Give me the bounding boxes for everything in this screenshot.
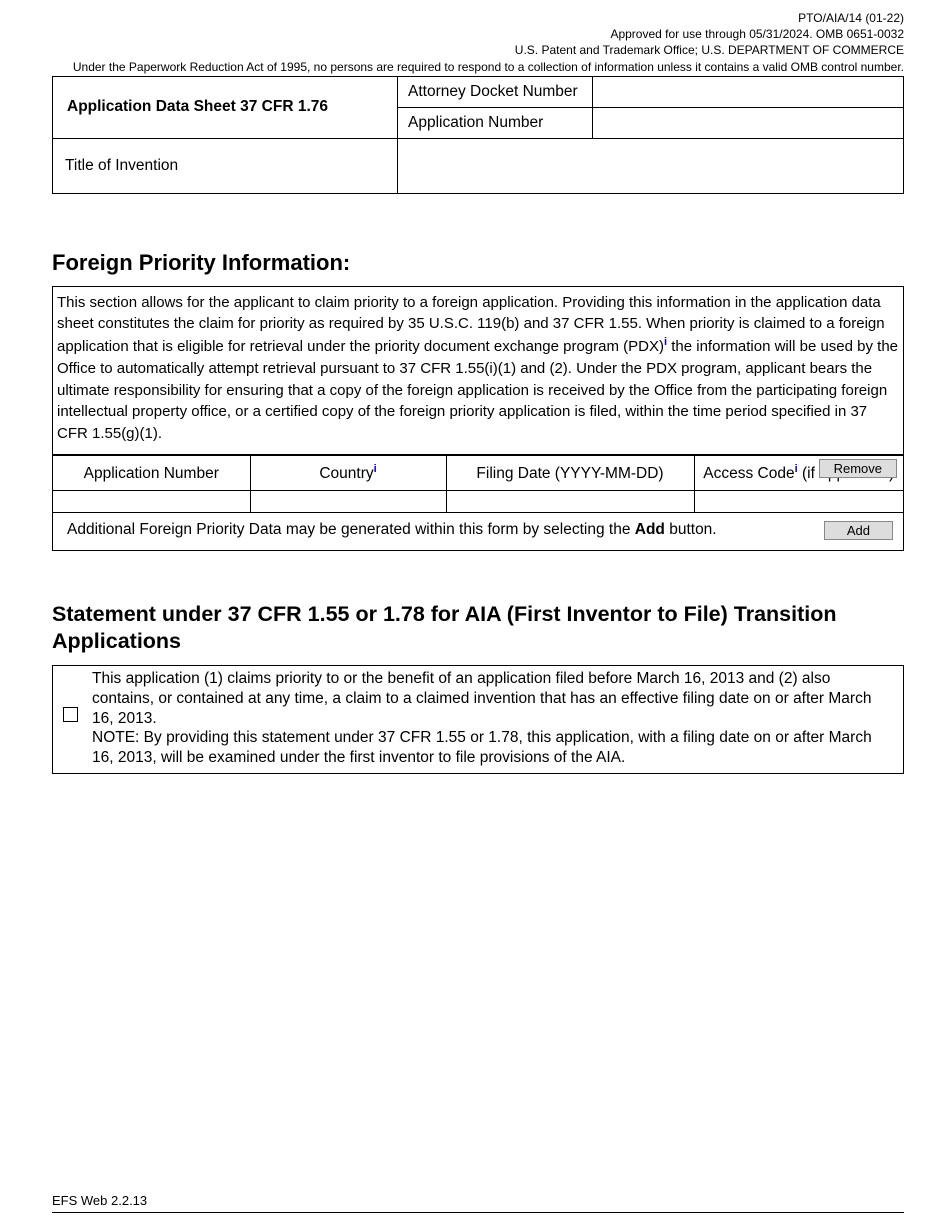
- header-line-1: PTO/AIA/14 (01-22): [52, 10, 904, 26]
- col-access-code: Remove Access Codei (if applicable): [694, 455, 903, 490]
- aia-statement-text: This application (1) claims priority to …: [92, 669, 893, 768]
- application-number-label: Application Number: [398, 107, 593, 138]
- footer-version: EFS Web 2.2.13: [52, 1193, 904, 1213]
- application-header-table: Application Data Sheet 37 CFR 1.76 Attor…: [52, 76, 904, 194]
- country-input[interactable]: [250, 490, 446, 512]
- header-line-3: U.S. Patent and Trademark Office; U.S. D…: [52, 42, 904, 58]
- table-row: [53, 490, 903, 512]
- foreign-priority-heading: Foreign Priority Information:: [52, 250, 904, 276]
- col-filing-date: Filing Date (YYYY-MM-DD): [446, 455, 694, 490]
- aia-statement-checkbox[interactable]: [63, 707, 78, 722]
- app-number-input[interactable]: [53, 490, 250, 512]
- aia-statement-heading: Statement under 37 CFR 1.55 or 1.78 for …: [52, 601, 904, 655]
- foreign-priority-section: This section allows for the applicant to…: [52, 286, 904, 552]
- col-country: Countryi: [250, 455, 446, 490]
- foreign-priority-description: This section allows for the applicant to…: [53, 287, 903, 455]
- info-superscript-icon: i: [795, 463, 798, 475]
- attorney-docket-label: Attorney Docket Number: [398, 76, 593, 107]
- header-line-2: Approved for use through 05/31/2024. OMB…: [52, 26, 904, 42]
- info-superscript-icon: i: [374, 463, 377, 475]
- paperwork-reduction-notice: Under the Paperwork Reduction Act of 199…: [52, 60, 904, 74]
- col-application-number: Application Number: [53, 455, 250, 490]
- title-of-invention-value[interactable]: [398, 138, 904, 193]
- foreign-priority-table: Application Number Countryi Filing Date …: [53, 455, 903, 550]
- title-of-invention-label: Title of Invention: [53, 138, 398, 193]
- add-instruction-text: Additional Foreign Priority Data may be …: [67, 520, 806, 540]
- add-button[interactable]: Add: [824, 521, 893, 540]
- application-number-value[interactable]: [593, 107, 904, 138]
- ads-title: Application Data Sheet 37 CFR 1.76: [53, 76, 398, 138]
- attorney-docket-value[interactable]: [593, 76, 904, 107]
- access-code-input[interactable]: [694, 490, 903, 512]
- aia-statement-section: This application (1) claims priority to …: [52, 665, 904, 774]
- remove-button[interactable]: Remove: [819, 459, 897, 478]
- filing-date-input[interactable]: [446, 490, 694, 512]
